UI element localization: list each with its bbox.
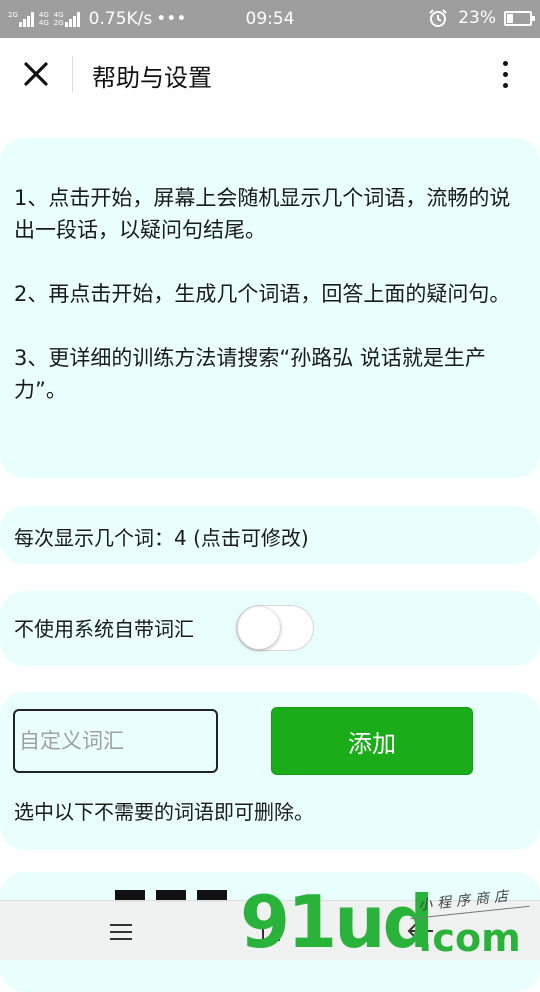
status-bar: 2G 4G 4G 4G 2G 0.75K/s ••• 09:54 23% [0, 0, 540, 38]
system-vocab-toggle[interactable] [236, 605, 314, 651]
watermark-suffix: .com [418, 916, 521, 960]
nav-divider [72, 56, 73, 92]
menu-icon[interactable] [108, 921, 134, 943]
words-count-setting[interactable]: 每次显示几个词：4 (点击可修改) [0, 506, 540, 564]
instruction-item-2: 2、再点击开始，生成几个词语，回答上面的疑问句。 [14, 282, 511, 306]
alarm-icon [429, 9, 447, 27]
battery-icon [504, 10, 535, 26]
system-vocab-label: 不使用系统自带词汇 [14, 617, 194, 641]
system-vocab-setting: 不使用系统自带词汇 [0, 591, 540, 666]
status-right: 23% [428, 8, 535, 28]
toggle-knob [238, 607, 280, 649]
custom-word-input[interactable] [13, 709, 218, 773]
instruction-item-1: 1、点击开始，屏幕上会随机显示几个词语，流畅的说出一段话，以疑问句结尾。 [14, 186, 511, 242]
add-button[interactable]: 添加 [271, 707, 473, 775]
words-count-label[interactable]: 每次显示几个词：4 (点击可修改) [14, 522, 309, 551]
delete-hint: 选中以下不需要的词语即可删除。 [14, 800, 314, 824]
battery-percent: 23% [458, 8, 496, 28]
watermark-logo: 91ud [240, 880, 434, 964]
custom-vocab-card: 添加 选中以下不需要的词语即可删除。 [0, 692, 540, 850]
instructions-card: 1、点击开始，屏幕上会随机显示几个词语，流畅的说出一段话，以疑问句结尾。 2、再… [0, 138, 540, 478]
more-options-icon[interactable] [490, 54, 520, 94]
instruction-item-3: 3、更详细的训练方法请搜索“孙路弘 说话就是生产力”。 [14, 346, 486, 402]
page-title: 帮助与设置 [92, 64, 212, 92]
nav-bar: 帮助与设置 [0, 38, 540, 110]
close-icon[interactable] [16, 54, 56, 94]
